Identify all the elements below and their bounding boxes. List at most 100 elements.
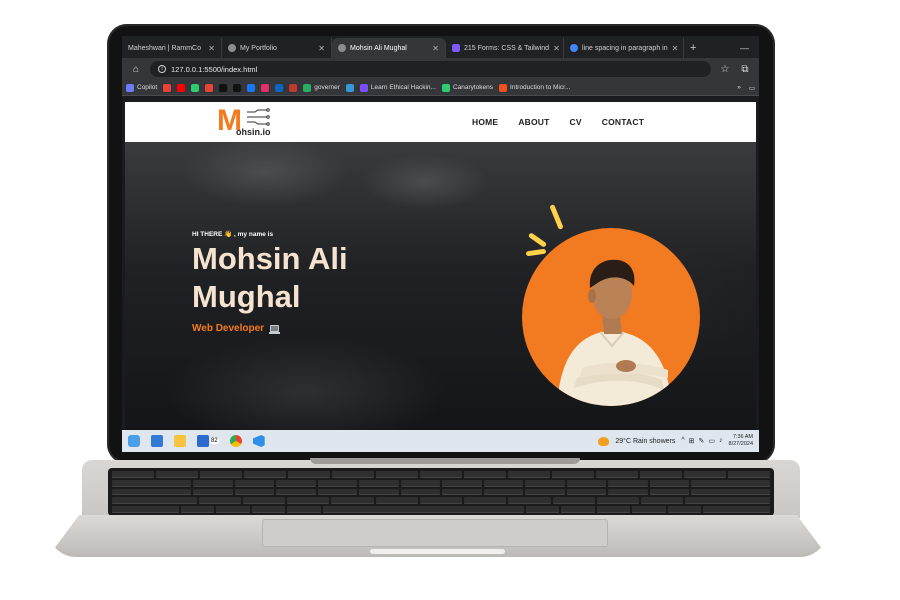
keyboard-key xyxy=(216,506,250,513)
bookmark-item[interactable] xyxy=(247,83,256,92)
bookmark-item[interactable] xyxy=(163,83,172,92)
close-icon[interactable]: ✕ xyxy=(318,44,325,53)
bookmark-icon xyxy=(219,83,228,92)
keyboard-key xyxy=(112,506,179,513)
tab-my-portfolio[interactable]: My Portfolio ✕ xyxy=(222,38,332,58)
laptop-icon xyxy=(269,325,281,334)
keyboard-key xyxy=(596,471,638,478)
site-navbar: M ohsin.io HOME ABOUT CV CONTACT xyxy=(125,102,756,142)
keyboard-key xyxy=(632,506,666,513)
windows-taskbar: 82 29°C Rain showers ^ ⊞ ✎ ▭ ♪ 7:36 AM 8… xyxy=(122,430,759,452)
tab-label: Maheshwari | RammCo xyxy=(128,44,202,52)
bookmark-item[interactable] xyxy=(261,83,270,92)
keyboard-key xyxy=(112,488,191,496)
clock-date: 8/27/2024 xyxy=(728,441,753,447)
keyboard-key xyxy=(483,479,523,487)
keyboard-key xyxy=(596,506,631,513)
bookmark-item[interactable] xyxy=(205,83,214,92)
tab-rammco[interactable]: Maheshwari | RammCo ✕ xyxy=(122,38,222,58)
weather-icon[interactable] xyxy=(598,436,610,446)
tab-forms-css-tailwind[interactable]: 215 Forms: CSS & Tailwind ✕ xyxy=(446,38,564,58)
bookmarks-bar: Copilot governer Learn Ethical Hackin... Ca… xyxy=(122,80,759,96)
keyboard-key xyxy=(276,479,316,487)
bookmark-item[interactable] xyxy=(275,83,284,92)
keyboard-key xyxy=(288,471,330,478)
bookmark-item[interactable]: Copilot xyxy=(126,83,157,92)
bookmark-icon xyxy=(359,83,368,92)
task-view-icon[interactable] xyxy=(128,435,140,447)
site-logo[interactable]: M ohsin.io xyxy=(217,106,277,138)
profile-photo-wrap xyxy=(522,198,702,406)
speaker-icon[interactable]: ♪ xyxy=(719,437,723,445)
keyboard-key xyxy=(703,506,770,513)
tab-mohsin-ali-mughal[interactable]: Mohsin Ali Mughal ✕ xyxy=(332,38,446,58)
bookmark-item[interactable] xyxy=(177,83,186,92)
logo-text: ohsin.io xyxy=(236,127,271,137)
keyboard-key xyxy=(649,488,689,496)
bookmark-item[interactable] xyxy=(219,83,228,92)
chevron-up-icon[interactable]: ^ xyxy=(681,437,684,445)
hero-name: Mohsin Ali Mughal xyxy=(192,241,348,314)
keyboard-key xyxy=(193,488,233,496)
nav-about[interactable]: ABOUT xyxy=(518,117,549,127)
close-icon[interactable]: ✕ xyxy=(208,44,215,53)
keyboard-key xyxy=(525,488,565,496)
bookmark-icon xyxy=(191,83,200,92)
keyboard-key xyxy=(552,497,595,505)
minimize-button[interactable]: — xyxy=(730,38,759,58)
tab-line-spacing[interactable]: line spacing in paragraph in ✕ xyxy=(564,38,684,58)
pen-icon[interactable]: ✎ xyxy=(699,437,705,445)
bookmark-item[interactable] xyxy=(191,83,200,92)
nav-contact[interactable]: CONTACT xyxy=(602,117,644,127)
keyboard-key xyxy=(198,497,241,505)
system-tray: 29°C Rain showers ^ ⊞ ✎ ▭ ♪ 7:36 AM 8/27… xyxy=(598,434,753,448)
bookmark-item[interactable] xyxy=(289,83,298,92)
keyboard-key xyxy=(193,479,233,487)
more-bookmarks-icon[interactable]: » xyxy=(737,84,741,92)
hero-role: Web Developer xyxy=(192,323,281,334)
bookmark-item[interactable]: Learn Ethical Hackin... xyxy=(359,83,436,92)
keyboard-key xyxy=(667,506,702,513)
network-icon[interactable]: ⊞ xyxy=(689,437,695,445)
file-explorer-icon[interactable] xyxy=(174,435,186,447)
keyboard-key xyxy=(483,488,523,496)
keyboard-key xyxy=(508,471,550,478)
bookmark-item[interactable] xyxy=(345,83,354,92)
clock[interactable]: 7:36 AM 8/27/2024 xyxy=(729,434,753,448)
battery-icon[interactable]: ▭ xyxy=(708,437,715,445)
address-bar[interactable]: i 127.0.0.1:5500/index.html xyxy=(150,61,711,77)
close-icon[interactable]: ✕ xyxy=(432,44,439,53)
bookmark-item[interactable]: Introduction to Micr... xyxy=(499,83,570,92)
new-tab-button[interactable]: + xyxy=(684,38,702,58)
close-icon[interactable]: ✕ xyxy=(672,44,679,53)
chrome-icon[interactable] xyxy=(229,435,242,447)
laptop-notch xyxy=(370,549,505,554)
close-icon[interactable]: ✕ xyxy=(553,44,560,53)
bookmark-label: Canarytokens xyxy=(452,84,494,91)
keyboard-key xyxy=(566,488,606,496)
extensions-icon[interactable]: ⧉ xyxy=(739,64,751,75)
keyboard-key xyxy=(359,479,399,487)
keyboard-key xyxy=(640,471,682,478)
hero-section: HI THERE 👋 , my name is Mohsin Ali Mugha… xyxy=(125,142,756,430)
store-icon[interactable] xyxy=(151,435,163,447)
info-icon[interactable]: i xyxy=(158,65,166,73)
bookmark-item[interactable]: Canarytokens xyxy=(441,83,494,92)
star-icon[interactable]: ☆ xyxy=(719,64,731,75)
google-icon xyxy=(570,44,578,52)
keyboard-key xyxy=(331,497,374,505)
nav-home[interactable]: HOME xyxy=(472,117,498,127)
app-with-badge[interactable]: 82 xyxy=(197,435,219,447)
nav-cv[interactable]: CV xyxy=(570,117,582,127)
globe-icon xyxy=(228,44,236,52)
tray-icons: ^ ⊞ ✎ ▭ ♪ xyxy=(681,437,722,445)
bookmark-item[interactable] xyxy=(233,83,242,92)
keyboard-key xyxy=(596,497,640,505)
vscode-icon[interactable] xyxy=(252,435,265,447)
bookmark-item[interactable]: governer xyxy=(303,83,340,92)
keyboard-key xyxy=(156,471,198,478)
keyboard-key xyxy=(375,497,418,505)
folder-icon[interactable]: ▭ xyxy=(749,84,755,92)
weather-text[interactable]: 29°C Rain showers xyxy=(615,438,675,445)
home-icon[interactable]: ⌂ xyxy=(130,64,142,75)
